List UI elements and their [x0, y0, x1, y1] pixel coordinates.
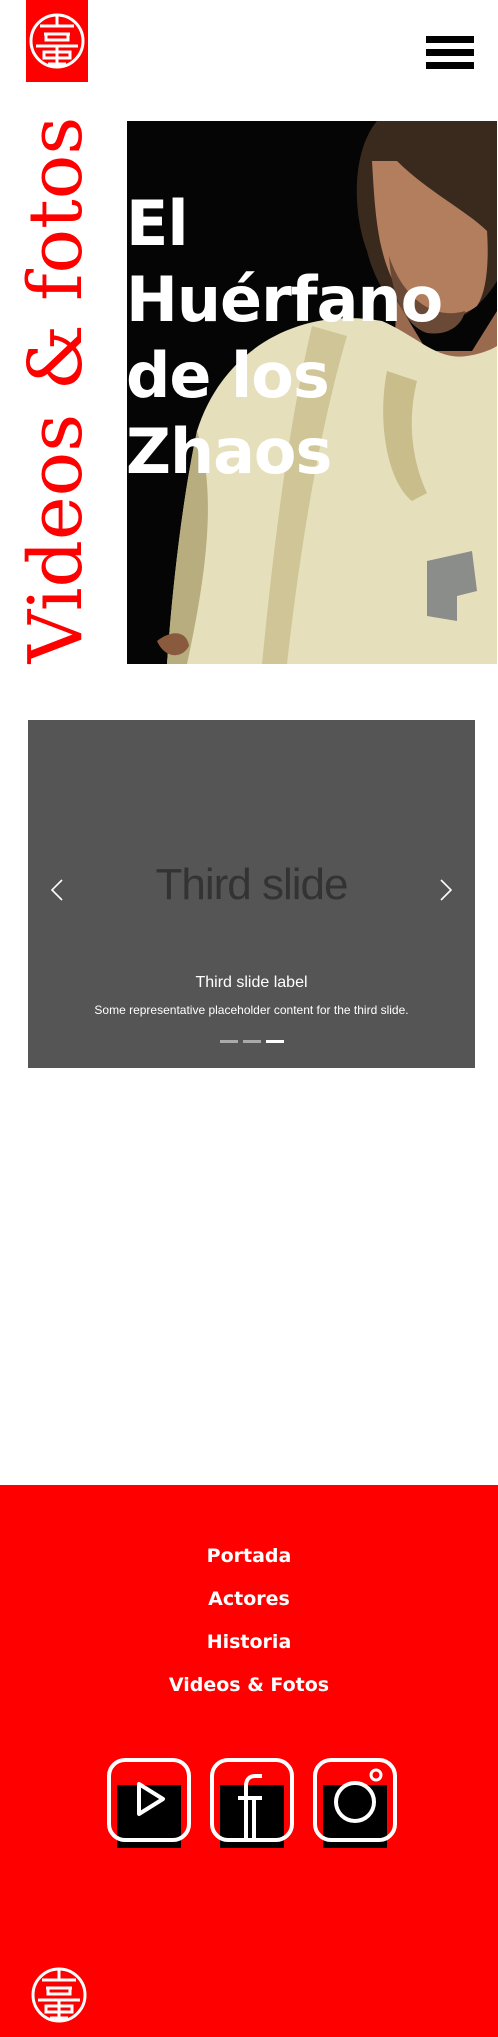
page-title-text: Videos & fotos	[13, 116, 99, 664]
footer-link-actores[interactable]: Actores	[0, 1588, 498, 1610]
carousel-prev-button[interactable]	[42, 870, 72, 910]
site-footer: Portada Actores Historia Videos & Fotos	[0, 1485, 498, 2037]
carousel-next-button[interactable]	[431, 870, 461, 910]
youtube-icon	[137, 1782, 165, 1816]
footer-link-portada[interactable]: Portada	[0, 1545, 498, 1567]
footer-logo[interactable]	[28, 1953, 90, 2037]
footer-link-historia[interactable]: Historia	[0, 1631, 498, 1653]
instagram-link[interactable]	[313, 1758, 397, 1868]
slide-placeholder-text: Third slide	[155, 860, 349, 909]
shou-logo-icon	[31, 1967, 87, 2023]
instagram-icon	[334, 1768, 383, 1823]
carousel-indicator-1[interactable]	[220, 1040, 238, 1043]
hero-title: El Huérfano de los Zhaos	[126, 187, 443, 488]
footer-link-videos-fotos[interactable]: Videos & Fotos	[0, 1674, 498, 1696]
chevron-right-icon	[440, 879, 453, 901]
page-title: Videos & fotos	[0, 112, 112, 668]
carousel-indicator-2[interactable]	[243, 1040, 261, 1043]
hamburger-menu-icon[interactable]	[426, 36, 474, 70]
chevron-left-icon	[50, 879, 63, 901]
slide-caption-title: Third slide label	[195, 974, 308, 991]
youtube-link[interactable]	[107, 1758, 191, 1868]
carousel-indicator-3[interactable]	[266, 1040, 284, 1043]
shou-logo-icon	[29, 13, 85, 69]
facebook-icon	[238, 1774, 262, 1838]
facebook-link[interactable]	[210, 1758, 294, 1868]
slide-caption-text: Some representative placeholder content …	[94, 1003, 409, 1017]
image-carousel: Third slide Third slide label Some repre…	[28, 720, 475, 1068]
site-logo[interactable]	[26, 0, 88, 82]
